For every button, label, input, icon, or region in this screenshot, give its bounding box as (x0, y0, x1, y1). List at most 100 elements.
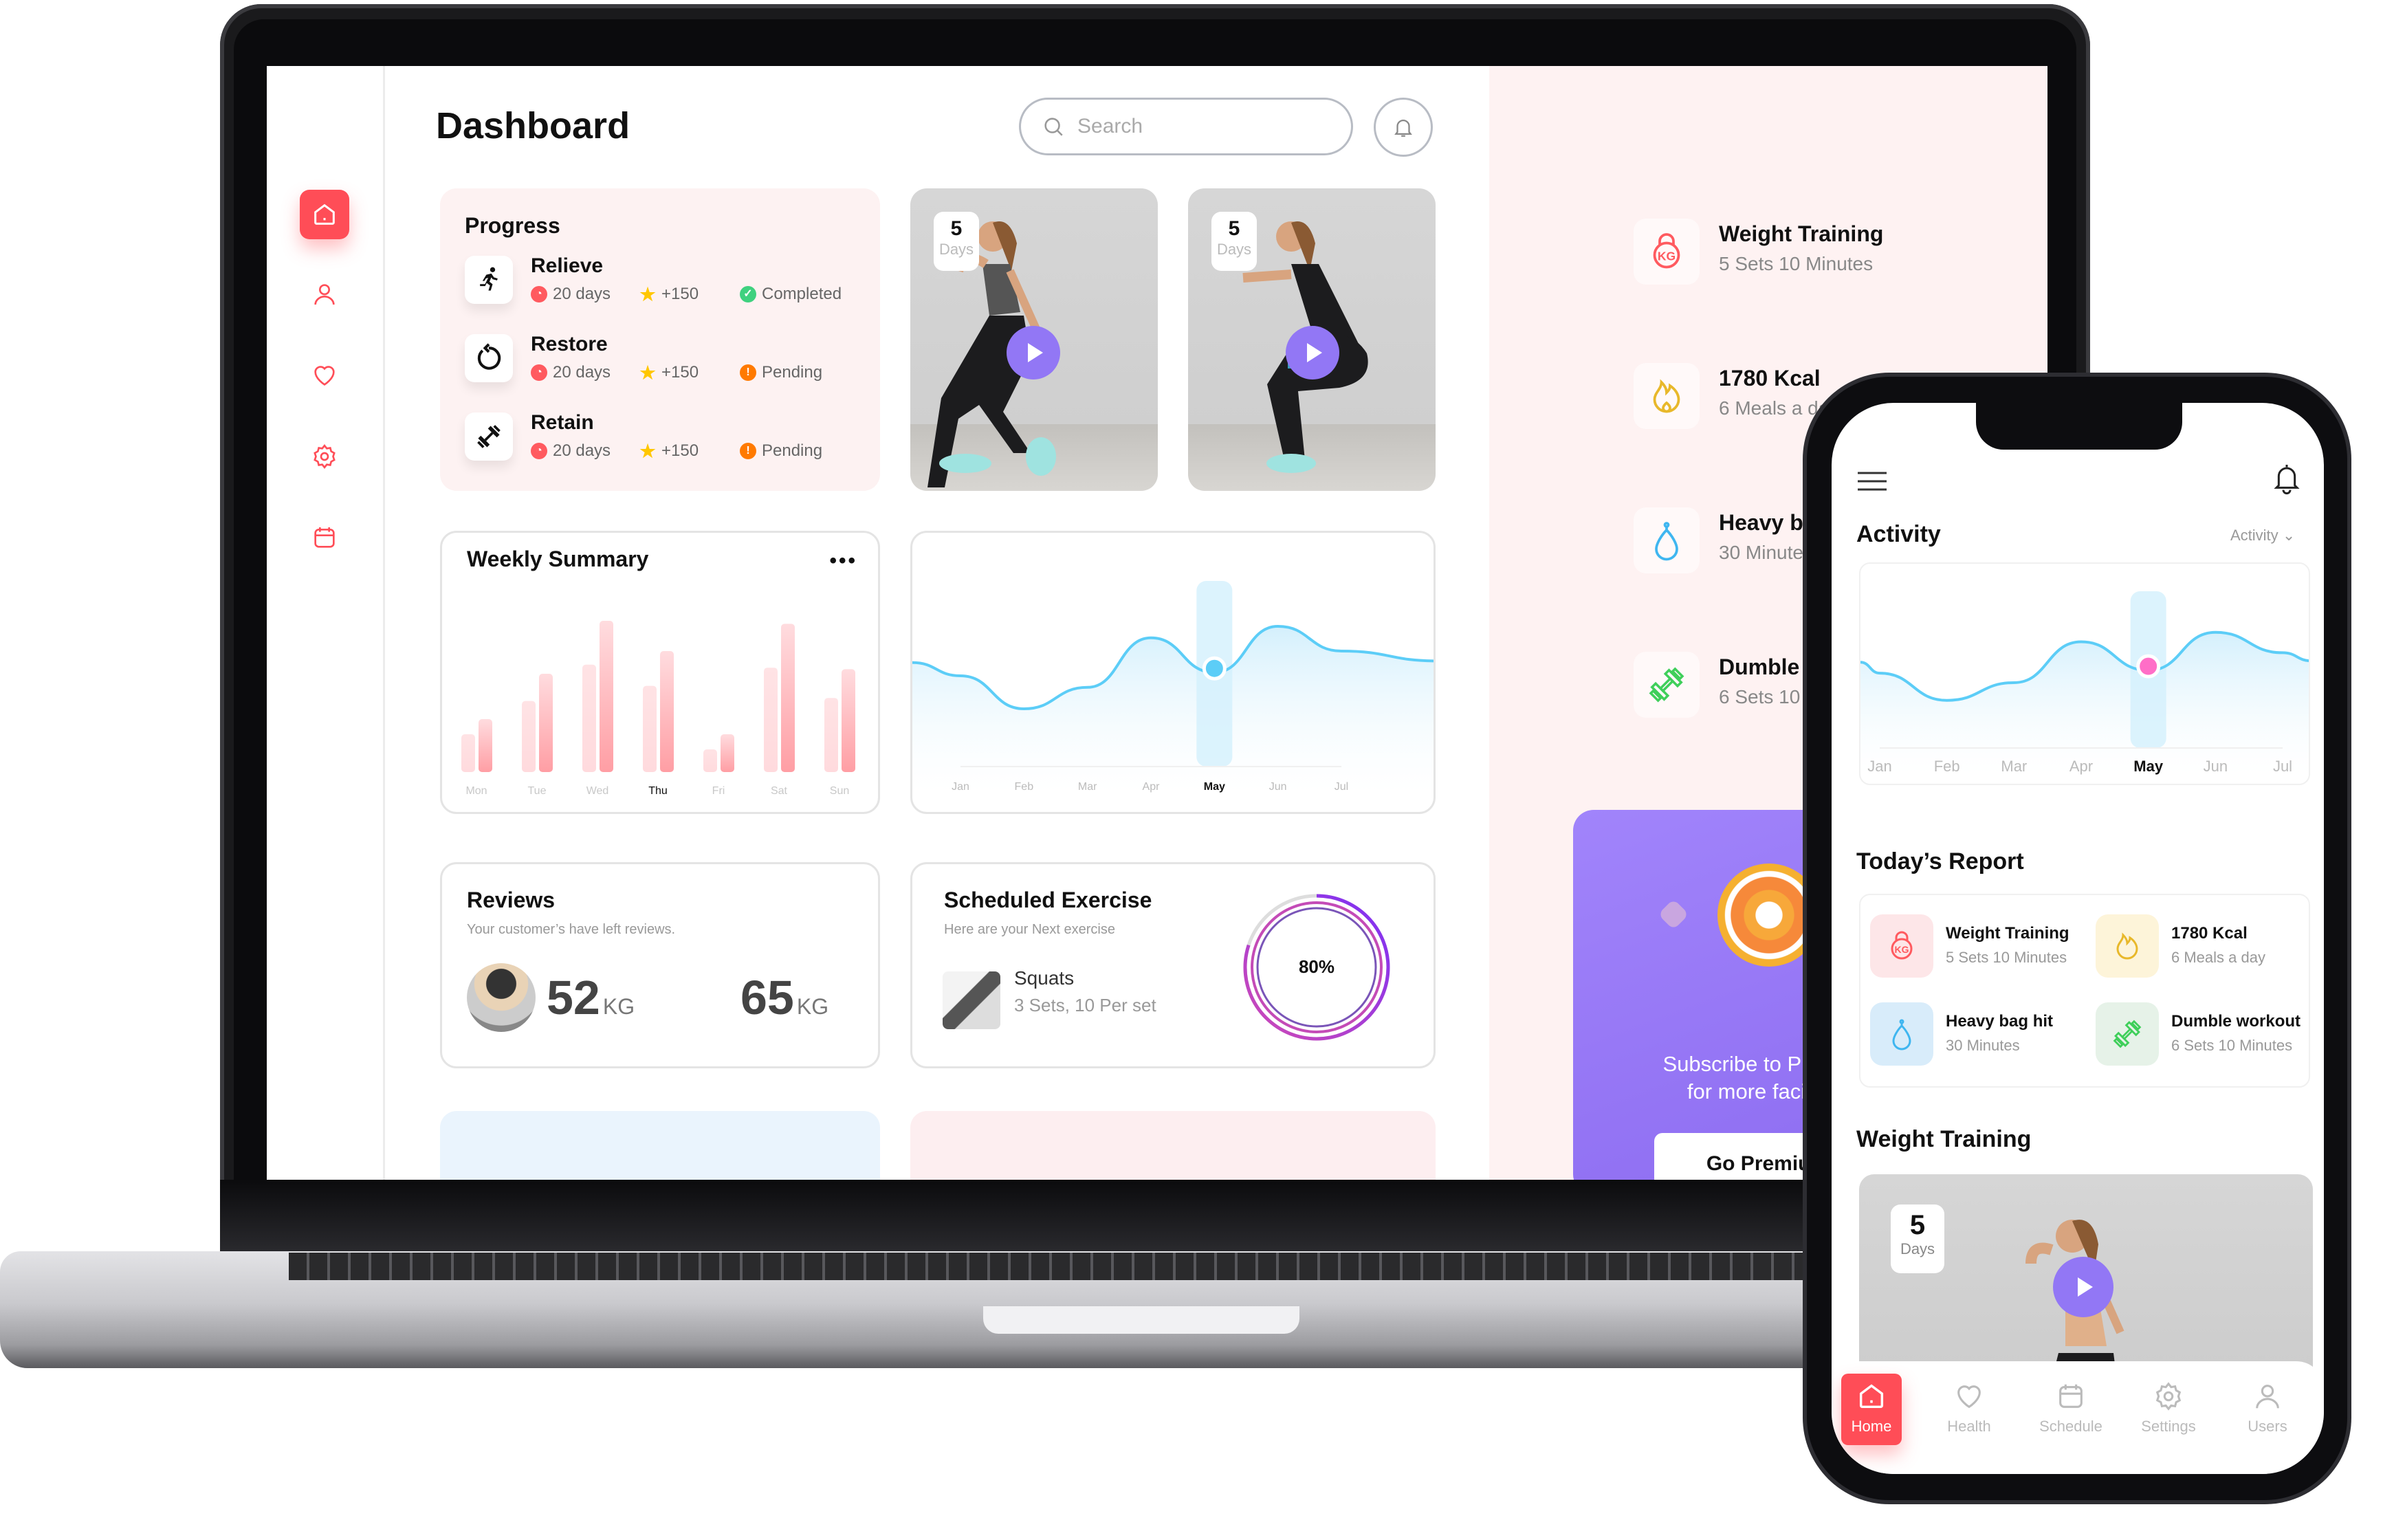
restore-icon (477, 343, 501, 370)
play-button[interactable] (1286, 326, 1339, 380)
x-tick-label: Jan (952, 781, 969, 793)
phone-notch (1976, 403, 2182, 450)
page-title: Dashboard (436, 105, 630, 146)
progress-points: +150 (661, 441, 699, 460)
sparkle-shape (1658, 899, 1689, 930)
notifications-button[interactable] (1374, 98, 1433, 157)
bar-tue-series-b (539, 674, 553, 772)
progress-points: +150 (661, 363, 699, 382)
home-icon (1859, 1384, 1884, 1409)
progress-item[interactable]: Relieve ◔ 20 days ★ +150 ✓ Completed (465, 254, 864, 318)
x-tick-label: Jun (1269, 781, 1287, 793)
more-options-button[interactable]: ••• (829, 549, 857, 573)
scheduled-title: Scheduled Exercise (944, 888, 1152, 912)
bar-wed-series-b (600, 621, 613, 772)
user-icon (2256, 1385, 2279, 1409)
activity-chart-card: Jan Feb Mar Apr May Jun Jul (910, 531, 1436, 814)
calendar-icon (314, 527, 335, 548)
bar-wed-series-a (582, 664, 596, 772)
avatar (467, 963, 536, 1032)
progress-status: Pending (762, 363, 823, 382)
x-tick-label: Apr (1143, 781, 1161, 793)
x-tick-label: Wed (586, 785, 609, 797)
x-tick-label: Jun (2204, 758, 2228, 775)
reviews-card: Reviews Your customer’s have left review… (440, 862, 880, 1068)
search-input[interactable]: Search (1019, 98, 1353, 155)
progress-days: 20 days (553, 363, 611, 382)
tab-settings[interactable]: Settings (2134, 1374, 2203, 1445)
sidebar-item-home[interactable] (300, 190, 349, 239)
progress-days: 20 days (553, 441, 611, 460)
bottom-tab-bar: Home Health Schedule Settings Users (1832, 1361, 2324, 1474)
x-tick-label: Fri (712, 785, 725, 797)
phone-activity-chart-card: Jan Feb Mar Apr May Jun Jul (1859, 562, 2310, 785)
exercise-thumbnail (943, 971, 1000, 1029)
check-icon: ✓ (740, 286, 756, 302)
progress-title: Progress (465, 213, 560, 238)
x-tick-label: Mar (2001, 758, 2027, 775)
x-tick-label: May (2133, 758, 2164, 775)
highlight-point[interactable] (1202, 656, 1227, 681)
bar-sat-series-b (781, 624, 795, 772)
weight-training-title: Weight Training (1856, 1126, 2032, 1152)
laptop-screen: Dashboard Search Progress Relieve ◔ 20 da… (267, 66, 2047, 1180)
workout-video-card[interactable]: 5 Days (1188, 188, 1436, 491)
exercise-detail: 3 Sets, 10 Per set (1014, 995, 1156, 1015)
play-button[interactable] (2053, 1257, 2113, 1317)
progress-item[interactable]: Restore ◔ 20 days ★ +150 ! Pending (465, 333, 864, 396)
weekly-bar-chart: Mon Tue Wed Thu Fri Sat Sun (461, 621, 855, 797)
x-tick-label: Mar (1078, 781, 1097, 793)
running-icon (480, 267, 498, 291)
activity-card-weight-training[interactable]: KG Weight Training 5 Sets 10 Minutes (1573, 191, 1962, 312)
activity-dropdown[interactable]: Activity ⌄ (2230, 527, 2295, 544)
bar-mon-series-a (461, 734, 475, 772)
sidebar-item-users[interactable] (300, 270, 349, 319)
menu-button[interactable] (1856, 470, 1888, 496)
sidebar-item-schedule[interactable] (300, 513, 349, 562)
alert-icon: ! (740, 364, 756, 381)
alert-icon: ! (740, 443, 756, 459)
bell-icon (2274, 465, 2300, 495)
x-tick-label: Sat (771, 785, 788, 797)
progress-item-name: Retain (531, 411, 594, 434)
bar-sat-series-a (764, 668, 778, 772)
gear-icon (314, 444, 336, 469)
punching-bag-icon (1892, 1019, 1911, 1050)
sidebar-item-health[interactable] (300, 351, 349, 400)
dumbbell-icon (477, 425, 501, 448)
notifications-button[interactable] (2273, 462, 2300, 498)
sidebar-item-settings[interactable] (300, 432, 349, 481)
workout-video-card[interactable]: 5 Days (910, 188, 1158, 491)
punching-bag-icon (1655, 522, 1678, 561)
dumbbell-icon (2113, 1020, 2142, 1048)
report-item-kcal[interactable]: 1780 Kcal 6 Meals a day (2096, 914, 2316, 990)
progress-status: Completed (762, 285, 842, 303)
progress-item-name: Restore (531, 333, 608, 355)
report-item-dumbbell[interactable]: Dumble workout 6 Sets 10 Minutes (2096, 1002, 2316, 1078)
bar-fri-series-a (703, 749, 717, 772)
days-badge: 5 Days (1891, 1204, 1944, 1273)
highlight-point[interactable] (2136, 654, 2161, 679)
kettlebell-icon: KG (1891, 931, 1913, 960)
progress-item[interactable]: Retain ◔ 20 days ★ +150 ! Pending (465, 411, 864, 474)
tab-users[interactable]: Users (2237, 1374, 2298, 1445)
x-tick-label: Jul (1335, 781, 1348, 793)
x-tick-label: Feb (1934, 758, 1960, 775)
activity-area-chart: Jan Feb Mar Apr May Jun Jul (912, 581, 1434, 794)
scheduled-exercise-card: Scheduled Exercise Here are your Next ex… (910, 862, 1436, 1068)
play-button[interactable] (1007, 326, 1060, 380)
progress-card: Progress Relieve ◔ 20 days ★ +150 ✓ Complet… (440, 188, 880, 491)
x-tick-label: Mon (465, 785, 487, 797)
tab-health[interactable]: Health (1939, 1374, 1999, 1445)
report-title: Today’s Report (1856, 848, 2024, 874)
home-icon (314, 204, 335, 225)
laptop-notch (983, 1306, 1299, 1334)
flame-icon (1653, 379, 1680, 413)
report-item-heavy-bag[interactable]: Heavy bag hit 30 Minutes (1870, 1002, 2090, 1078)
report-item-weight-training[interactable]: KG Weight Training 5 Sets 10 Minutes (1870, 914, 2090, 990)
bar-thu-series-b (660, 651, 674, 772)
x-tick-label: Tue (528, 785, 547, 797)
tab-schedule[interactable]: Schedule (2036, 1374, 2105, 1445)
progress-ring: 80% (1243, 894, 1390, 1041)
tab-home[interactable]: Home (1841, 1374, 1902, 1445)
